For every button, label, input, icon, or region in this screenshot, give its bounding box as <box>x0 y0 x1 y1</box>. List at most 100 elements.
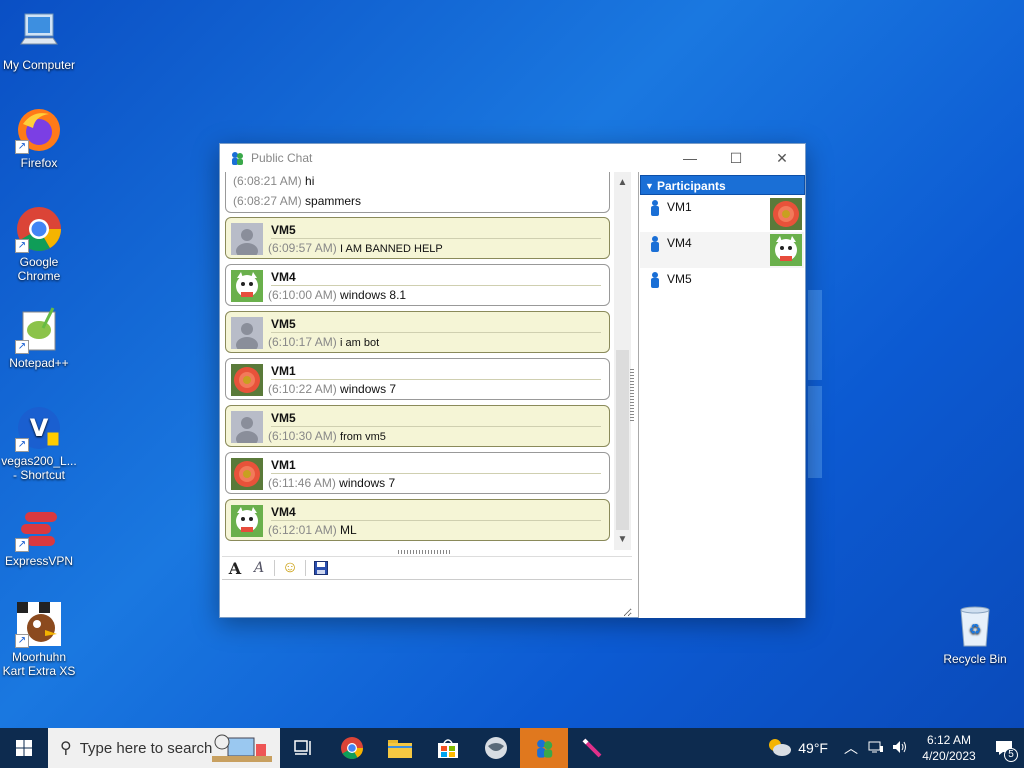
splitter-vertical[interactable] <box>630 369 634 421</box>
message-sender: VM1 <box>271 364 296 378</box>
chat-message: (6:08:21 AM) hi (6:08:27 AM) spammers <box>225 172 610 213</box>
shortcut-arrow-icon: ↗ <box>15 438 29 452</box>
taskbar-browser-app[interactable] <box>472 728 520 768</box>
chat-line: (6:08:27 AM) spammers <box>233 194 362 208</box>
participant-name: VM5 <box>667 272 692 286</box>
message-toolbar: A A ☺ <box>222 556 632 580</box>
search-icon: ⚲ <box>60 740 72 757</box>
task-view-icon <box>294 740 311 755</box>
taskbar-chrome[interactable] <box>328 728 376 768</box>
svg-text:V: V <box>30 414 49 442</box>
desktop-icon-notepadpp[interactable]: ↗ Notepad++ <box>0 306 78 370</box>
message-line: (6:09:57 AM) I AM BANNED HELP <box>268 241 443 255</box>
font-button[interactable]: A <box>226 559 244 578</box>
desktop-icon-label: vegas200_L... - Shortcut <box>1 454 77 482</box>
svg-text:♻: ♻ <box>969 622 982 638</box>
taskbar-pen-app[interactable] <box>568 728 616 768</box>
window-titlebar[interactable]: Public Chat — ☐ ✕ <box>220 144 805 172</box>
clock-date: 4/20/2023 <box>922 749 976 763</box>
windows-logo-icon <box>16 740 32 756</box>
network-icon[interactable] <box>868 740 884 757</box>
chat-message: VM5 (6:09:57 AM) I AM BANNED HELP <box>225 217 610 259</box>
participant-item[interactable]: VM5 <box>640 268 804 304</box>
wallpaper-beam <box>808 386 822 478</box>
avatar-default <box>231 223 263 259</box>
chat-message: VM4 (6:12:01 AM) ML <box>225 499 610 541</box>
desktop-icon-chrome[interactable]: ↗ Google Chrome <box>0 205 78 283</box>
message-input[interactable] <box>222 582 632 617</box>
chat-app-icon <box>537 739 553 758</box>
moorhuhn-icon: ↗ <box>15 600 63 648</box>
participant-item[interactable]: VM1 <box>640 196 804 232</box>
save-button[interactable] <box>312 559 330 577</box>
weather-icon[interactable] <box>766 736 792 761</box>
minimize-button[interactable]: — <box>667 144 713 172</box>
vegas-icon: V ↗ <box>15 404 63 452</box>
message-sender: VM4 <box>271 270 296 284</box>
desktop-icon-label: Google Chrome <box>17 255 61 283</box>
message-line: (6:10:22 AM) windows 7 <box>268 382 397 396</box>
emoji-button[interactable]: ☺ <box>281 559 299 577</box>
system-tray: 49°F ︿ 6:12 AM 4/20/2023 5 <box>766 728 1024 768</box>
shortcut-arrow-icon: ↗ <box>15 538 29 552</box>
firefox-icon: ↗ <box>15 106 63 154</box>
chat-history[interactable]: (6:08:21 AM) hi (6:08:27 AM) spammers VM… <box>222 172 634 552</box>
desktop-icon-recycle-bin[interactable]: ♻ Recycle Bin <box>936 602 1014 666</box>
shortcut-arrow-icon: ↗ <box>15 140 29 154</box>
store-icon <box>438 739 458 758</box>
font-style-button[interactable]: A <box>250 559 268 577</box>
participants-panel: ▼ Participants VM1 VM4 VM5 <box>638 172 805 618</box>
volume-icon[interactable] <box>892 740 908 757</box>
start-button[interactable] <box>0 728 48 768</box>
user-status-icon <box>651 236 659 252</box>
scroll-thumb[interactable] <box>616 350 629 530</box>
show-hidden-icons-icon[interactable]: ︿ <box>844 738 858 758</box>
window-title: Public Chat <box>251 151 313 165</box>
desktop-icon-moorhuhn[interactable]: ↗ Moorhuhn Kart Extra XS <box>0 600 78 678</box>
desktop-icon-my-computer[interactable]: My Computer <box>0 8 78 72</box>
weather-temp[interactable]: 49°F <box>798 740 828 756</box>
scroll-down-arrow-icon[interactable]: ▼ <box>614 531 631 548</box>
desktop-icon-vegas[interactable]: V ↗ vegas200_L... - Shortcut <box>0 404 78 482</box>
avatar-cat <box>770 234 802 266</box>
chat-app-icon <box>229 150 245 166</box>
message-line: (6:10:30 AM) from vm5 <box>268 429 386 443</box>
desktop-icon-firefox[interactable]: ↗ Firefox <box>0 106 78 170</box>
taskbar-chat-app[interactable] <box>520 728 568 768</box>
message-line: (6:10:17 AM) i am bot <box>268 335 380 349</box>
search-highlight-icon <box>210 732 274 768</box>
taskbar-search[interactable]: ⚲ Type here to search <box>48 728 280 768</box>
search-placeholder: Type here to search <box>79 739 213 757</box>
splitter-horizontal[interactable] <box>398 550 452 554</box>
notification-count-badge: 5 <box>1004 748 1018 762</box>
taskbar-store[interactable] <box>424 728 472 768</box>
participants-header[interactable]: ▼ Participants <box>640 175 805 195</box>
chat-line: (6:08:21 AM) hi <box>233 174 315 188</box>
shortcut-arrow-icon: ↗ <box>15 239 29 253</box>
maximize-button[interactable]: ☐ <box>713 144 759 172</box>
chat-message: VM1 (6:11:46 AM) windows 7 <box>225 452 610 494</box>
desktop-icon-expressvpn[interactable]: ↗ ExpressVPN <box>0 504 78 568</box>
participant-name: VM4 <box>667 236 692 250</box>
taskbar-file-explorer[interactable] <box>376 728 424 768</box>
desktop-icon-label: ExpressVPN <box>4 554 74 568</box>
close-button[interactable]: ✕ <box>759 144 805 172</box>
avatar-cat <box>231 505 263 537</box>
chat-message: VM5 (6:10:17 AM) i am bot <box>225 311 610 353</box>
task-view-button[interactable] <box>280 728 328 768</box>
participant-item[interactable]: VM4 <box>640 232 804 268</box>
user-status-icon <box>651 272 659 288</box>
system-clock[interactable]: 6:12 AM 4/20/2023 <box>914 732 984 764</box>
scroll-up-arrow-icon[interactable]: ▲ <box>614 174 631 191</box>
chrome-icon <box>341 737 363 759</box>
desktop-icon-label: Notepad++ <box>9 356 69 370</box>
notifications-button[interactable]: 5 <box>984 728 1024 768</box>
desktop-icon-label: My Computer <box>2 58 76 72</box>
chat-message: VM4 (6:10:00 AM) windows 8.1 <box>225 264 610 306</box>
chat-scrollbar[interactable]: ▲ ▼ <box>614 172 631 550</box>
avatar-default <box>231 317 263 353</box>
toolbar-divider <box>274 560 275 576</box>
avatar-flower <box>231 364 263 396</box>
recycle-bin-icon: ♻ <box>951 602 999 650</box>
notepadpp-icon: ↗ <box>15 306 63 354</box>
